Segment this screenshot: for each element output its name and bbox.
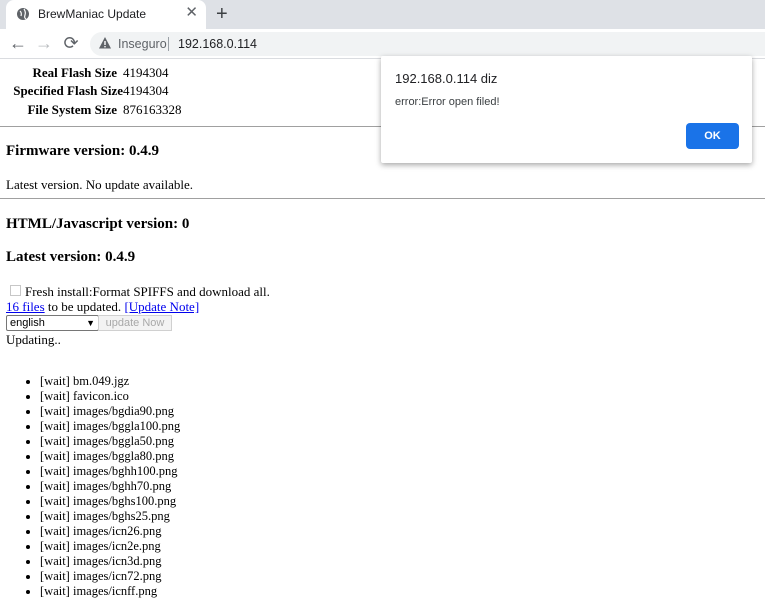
info-label: Real Flash Size (32, 65, 118, 80)
address-bar[interactable]: Inseguro 192.168.0.114 (90, 32, 765, 56)
files-update-row: 16 files to be updated. [Update Note] (6, 299, 199, 315)
forward-button[interactable]: → (34, 33, 54, 53)
file-list-item: [wait] images/bghh100.png (40, 464, 180, 479)
address-separator (168, 37, 169, 51)
chevron-down-icon: ▼ (86, 318, 95, 328)
browser-tab[interactable]: BrewManiac Update ✕ (6, 0, 206, 29)
divider (0, 198, 765, 199)
fresh-install-checkbox[interactable] (10, 285, 21, 296)
file-list-item: [wait] images/bghs100.png (40, 494, 180, 509)
tab-strip: BrewManiac Update ✕ + (0, 0, 765, 29)
file-list-item: [wait] images/bghs25.png (40, 509, 180, 524)
files-suffix: to be updated. (47, 299, 122, 314)
back-button[interactable]: ← (8, 33, 28, 53)
language-selected-value: english (10, 317, 45, 329)
file-list-item: [wait] images/icn26.png (40, 524, 180, 539)
reload-button[interactable]: ⟳ (61, 33, 81, 53)
dialog-message: error:Error open filed! (395, 96, 500, 108)
firmware-status: Latest version. No update available. (6, 177, 193, 192)
info-row-file-system: File System Size 876163328 (7, 102, 182, 118)
info-value: 4194304 (123, 65, 169, 80)
file-list-item: [wait] images/icn3d.png (40, 554, 180, 569)
alert-dialog: 192.168.0.114 diz error:Error open filed… (381, 56, 752, 163)
file-list: [wait] bm.049.jgz[wait] favicon.ico[wait… (0, 374, 180, 599)
file-list-item: [wait] images/bggla100.png (40, 419, 180, 434)
file-list-item: [wait] images/bggla50.png (40, 434, 180, 449)
file-list-item: [wait] images/bgdia90.png (40, 404, 180, 419)
updating-status: Updating.. (6, 332, 61, 347)
info-value: 876163328 (123, 102, 182, 117)
html-version-heading: HTML/Javascript version: 0 (6, 216, 190, 232)
ok-button[interactable]: OK (686, 123, 739, 149)
file-list-item: [wait] images/icnff.png (40, 584, 180, 599)
file-list-item: [wait] favicon.ico (40, 389, 180, 404)
update-now-button[interactable]: update Now (98, 315, 172, 331)
file-list-item: [wait] images/bggla80.png (40, 449, 180, 464)
security-label[interactable]: Inseguro (118, 37, 167, 51)
info-label: File System Size (27, 102, 117, 117)
globe-icon (17, 8, 29, 20)
info-row-specified-flash: Specified Flash Size4194304 (7, 83, 169, 99)
tab-close-icon[interactable]: ✕ (185, 5, 198, 21)
file-list-item: [wait] images/icn72.png (40, 569, 180, 584)
url-text[interactable]: 192.168.0.114 (178, 37, 257, 51)
fresh-install-row: Fresh install:Format SPIFFS and download… (10, 284, 270, 300)
browser-toolbar: ← → ⟳ Inseguro 192.168.0.114 (0, 29, 765, 59)
tab-title: BrewManiac Update (38, 7, 147, 21)
file-list-item: [wait] images/icn2e.png (40, 539, 180, 554)
files-link[interactable]: 16 files (6, 299, 45, 314)
fresh-install-label: Fresh install:Format SPIFFS and download… (25, 284, 270, 299)
warning-icon[interactable] (98, 36, 112, 50)
new-tab-button[interactable]: + (216, 2, 228, 26)
file-list-item: [wait] bm.049.jgz (40, 374, 180, 389)
update-note-link[interactable]: [Update Note] (124, 299, 199, 314)
info-value: 4194304 (123, 83, 169, 98)
dialog-title: 192.168.0.114 diz (395, 71, 498, 86)
latest-version-heading: Latest version: 0.4.9 (6, 249, 136, 265)
firmware-heading: Firmware version: 0.4.9 (6, 143, 160, 159)
info-row-real-flash: Real Flash Size 4194304 (7, 65, 169, 81)
language-select[interactable]: english ▼ (6, 315, 99, 331)
info-label: Specified Flash Size (13, 83, 123, 98)
file-list-item: [wait] images/bghh70.png (40, 479, 180, 494)
